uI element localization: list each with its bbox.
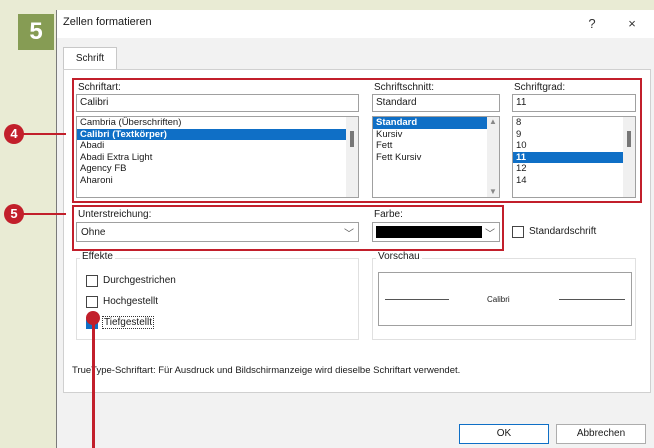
chevron-down-icon: ﹀ — [485, 229, 495, 240]
preview-label: Vorschau — [376, 251, 422, 262]
style-list-item[interactable]: Fett Kursiv — [373, 152, 499, 164]
format-cells-dialog: Zellen formatieren ? × Schrift Schriftar… — [56, 10, 654, 448]
underline-value: Ohne — [81, 227, 106, 238]
size-list-item[interactable]: 11 — [513, 151, 635, 163]
font-input[interactable]: Calibri — [76, 94, 359, 112]
ok-button[interactable]: OK — [459, 424, 549, 444]
font-list-scrollbar[interactable] — [346, 117, 358, 197]
subscript-label: Tiefgestellt — [102, 316, 154, 329]
style-list-item[interactable]: Standard — [373, 117, 499, 129]
strikethrough-checkbox[interactable] — [86, 275, 98, 287]
font-list-item[interactable]: Abadi — [77, 140, 358, 152]
size-input[interactable]: 11 — [512, 94, 636, 112]
size-list-item[interactable]: 8 — [513, 117, 635, 129]
font-list-item[interactable]: Calibri (Textkörper) — [77, 128, 358, 140]
font-list-item[interactable]: Aharoni — [77, 175, 358, 187]
callout-line-5 — [20, 213, 66, 215]
font-tab-panel: Schriftart: Calibri Cambria (Überschrift… — [63, 69, 651, 393]
style-list[interactable]: Standard Kursiv Fett Fett Kursiv ▲ ▼ — [372, 116, 500, 198]
font-list[interactable]: Cambria (Überschriften) Calibri (Textkörp… — [76, 116, 359, 198]
underline-combo[interactable]: Ohne ﹀ — [76, 222, 359, 242]
tab-font[interactable]: Schrift — [63, 47, 117, 70]
superscript-label: Hochgestellt — [103, 296, 159, 307]
color-label: Farbe: — [374, 209, 403, 220]
size-list-item[interactable]: 10 — [513, 140, 635, 152]
style-list-item[interactable]: Kursiv — [373, 129, 499, 141]
size-list-scrollbar[interactable] — [623, 117, 635, 197]
color-swatch — [376, 226, 482, 238]
preview-sample-text: Calibri — [487, 295, 510, 304]
dialog-title: Zellen formatieren — [63, 16, 152, 28]
callout-line-subscript — [92, 316, 95, 448]
font-list-item[interactable]: Abadi Extra Light — [77, 152, 358, 164]
title-bar: Zellen formatieren ? × — [57, 10, 654, 38]
close-button[interactable]: × — [617, 13, 647, 35]
scroll-down-arrow-icon[interactable]: ▼ — [489, 187, 497, 196]
scroll-thumb[interactable] — [627, 131, 631, 147]
style-input[interactable]: Standard — [372, 94, 500, 112]
style-list-item[interactable]: Fett — [373, 140, 499, 152]
standard-font-checkbox[interactable] — [512, 226, 524, 238]
step-number-badge: 5 — [18, 14, 54, 50]
style-list-scrollbar[interactable]: ▲ ▼ — [487, 117, 499, 197]
standard-font-label: Standardschrift — [529, 226, 597, 237]
preview-line-left — [385, 299, 449, 300]
size-label: Schriftgrad: — [514, 82, 566, 93]
chevron-down-icon: ﹀ — [344, 229, 354, 240]
preview-line-right — [559, 299, 625, 300]
style-label: Schriftschnitt: — [374, 82, 435, 93]
size-list-item[interactable]: 14 — [513, 175, 635, 187]
font-list-item[interactable]: Cambria (Überschriften) — [77, 117, 358, 129]
font-list-item[interactable]: Agency FB — [77, 163, 358, 175]
size-list[interactable]: 8 9 10 11 12 14 — [512, 116, 636, 198]
color-picker[interactable]: ﹀ — [372, 222, 500, 242]
callout-badge-4: 4 — [4, 124, 24, 144]
strikethrough-label: Durchgestrichen — [103, 275, 176, 286]
superscript-checkbox[interactable] — [86, 296, 98, 308]
help-button[interactable]: ? — [577, 13, 607, 35]
font-label: Schriftart: — [78, 82, 121, 93]
callout-badge-5: 5 — [4, 204, 24, 224]
scroll-thumb[interactable] — [350, 131, 354, 147]
size-list-item[interactable]: 9 — [513, 129, 635, 141]
effects-label: Effekte — [80, 251, 115, 262]
cancel-button[interactable]: Abbrechen — [556, 424, 646, 444]
callout-line-4 — [20, 133, 66, 135]
underline-label: Unterstreichung: — [78, 209, 152, 220]
scroll-up-arrow-icon[interactable]: ▲ — [489, 117, 497, 126]
truetype-info-text: TrueType-Schriftart: Für Ausdruck und Bi… — [72, 365, 461, 376]
callout-pin — [86, 311, 100, 325]
size-list-item[interactable]: 12 — [513, 163, 635, 175]
preview-box: Calibri — [378, 272, 632, 326]
